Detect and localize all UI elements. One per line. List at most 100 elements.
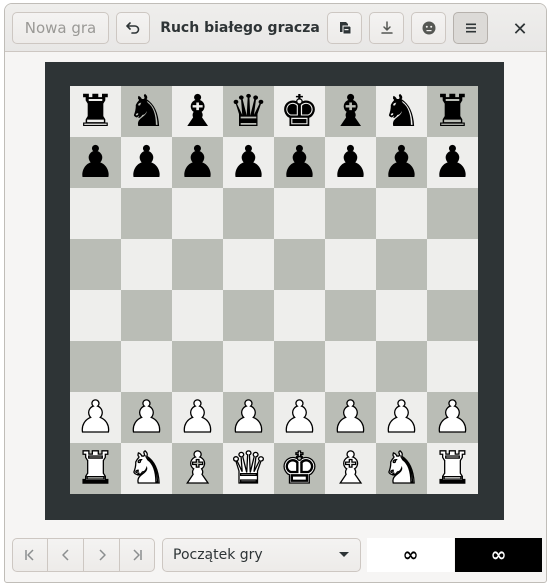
black-bishop-piece[interactable]: ♝ <box>178 89 217 134</box>
square-c6[interactable] <box>172 188 223 239</box>
square-f4[interactable] <box>325 290 376 341</box>
square-g6[interactable] <box>376 188 427 239</box>
square-c4[interactable] <box>172 290 223 341</box>
black-pawn-piece[interactable]: ♟ <box>433 140 472 185</box>
square-h7[interactable]: ♟ <box>427 137 478 188</box>
black-knight-piece[interactable]: ♞ <box>127 89 166 134</box>
square-b3[interactable] <box>121 341 172 392</box>
square-d6[interactable] <box>223 188 274 239</box>
white-pawn-piece[interactable]: ♟ <box>330 394 371 439</box>
white-knight-piece[interactable]: ♞ <box>381 445 422 490</box>
square-g1[interactable]: ♞ <box>376 443 427 494</box>
square-e4[interactable] <box>274 290 325 341</box>
black-pawn-piece[interactable]: ♟ <box>280 140 319 185</box>
square-f2[interactable]: ♟ <box>325 392 376 443</box>
last-move-button[interactable] <box>119 538 155 572</box>
black-pawn-piece[interactable]: ♟ <box>229 140 268 185</box>
black-knight-piece[interactable]: ♞ <box>382 89 421 134</box>
white-rook-piece[interactable]: ♜ <box>432 445 473 490</box>
square-g5[interactable] <box>376 239 427 290</box>
square-b8[interactable]: ♞ <box>121 86 172 137</box>
square-a2[interactable]: ♟ <box>70 392 121 443</box>
square-f1[interactable]: ♝ <box>325 443 376 494</box>
close-button[interactable]: ✕ <box>509 18 531 40</box>
square-c3[interactable] <box>172 341 223 392</box>
white-pawn-piece[interactable]: ♟ <box>75 394 116 439</box>
white-knight-piece[interactable]: ♞ <box>126 445 167 490</box>
square-d4[interactable] <box>223 290 274 341</box>
square-e1[interactable]: ♚ <box>274 443 325 494</box>
move-history-dropdown[interactable]: Początek gry <box>162 538 361 572</box>
square-h3[interactable] <box>427 341 478 392</box>
square-e7[interactable]: ♟ <box>274 137 325 188</box>
resign-button[interactable] <box>411 12 446 44</box>
square-h5[interactable] <box>427 239 478 290</box>
new-game-button[interactable]: Nowa gra <box>12 12 109 44</box>
white-bishop-piece[interactable]: ♝ <box>330 445 371 490</box>
square-a3[interactable] <box>70 341 121 392</box>
square-c8[interactable]: ♝ <box>172 86 223 137</box>
white-bishop-piece[interactable]: ♝ <box>177 445 218 490</box>
undo-button[interactable] <box>116 12 150 44</box>
square-c1[interactable]: ♝ <box>172 443 223 494</box>
square-b6[interactable] <box>121 188 172 239</box>
white-pawn-piece[interactable]: ♟ <box>228 394 269 439</box>
square-g4[interactable] <box>376 290 427 341</box>
white-rook-piece[interactable]: ♜ <box>75 445 116 490</box>
square-b2[interactable]: ♟ <box>121 392 172 443</box>
square-f5[interactable] <box>325 239 376 290</box>
white-pawn-piece[interactable]: ♟ <box>381 394 422 439</box>
black-rook-piece[interactable]: ♜ <box>76 89 115 134</box>
main-menu-button[interactable] <box>453 12 488 44</box>
square-a7[interactable]: ♟ <box>70 137 121 188</box>
black-pawn-piece[interactable]: ♟ <box>331 140 370 185</box>
square-h4[interactable] <box>427 290 478 341</box>
black-pawn-piece[interactable]: ♟ <box>127 140 166 185</box>
previous-move-button[interactable] <box>47 538 84 572</box>
white-pawn-piece[interactable]: ♟ <box>279 394 320 439</box>
square-h1[interactable]: ♜ <box>427 443 478 494</box>
square-e3[interactable] <box>274 341 325 392</box>
square-d2[interactable]: ♟ <box>223 392 274 443</box>
next-move-button[interactable] <box>83 538 120 572</box>
square-a4[interactable] <box>70 290 121 341</box>
square-b7[interactable]: ♟ <box>121 137 172 188</box>
square-f3[interactable] <box>325 341 376 392</box>
square-e6[interactable] <box>274 188 325 239</box>
square-b1[interactable]: ♞ <box>121 443 172 494</box>
white-pawn-piece[interactable]: ♟ <box>177 394 218 439</box>
open-game-button[interactable] <box>327 12 362 44</box>
white-pawn-piece[interactable]: ♟ <box>126 394 167 439</box>
square-c7[interactable]: ♟ <box>172 137 223 188</box>
square-b5[interactable] <box>121 239 172 290</box>
square-d7[interactable]: ♟ <box>223 137 274 188</box>
square-g8[interactable]: ♞ <box>376 86 427 137</box>
black-queen-piece[interactable]: ♛ <box>229 89 268 134</box>
black-king-piece[interactable]: ♚ <box>280 89 319 134</box>
square-g7[interactable]: ♟ <box>376 137 427 188</box>
square-c2[interactable]: ♟ <box>172 392 223 443</box>
black-pawn-piece[interactable]: ♟ <box>178 140 217 185</box>
square-e2[interactable]: ♟ <box>274 392 325 443</box>
square-e8[interactable]: ♚ <box>274 86 325 137</box>
black-bishop-piece[interactable]: ♝ <box>331 89 370 134</box>
square-a5[interactable] <box>70 239 121 290</box>
save-game-button[interactable] <box>369 12 404 44</box>
square-a1[interactable]: ♜ <box>70 443 121 494</box>
square-h2[interactable]: ♟ <box>427 392 478 443</box>
square-c5[interactable] <box>172 239 223 290</box>
square-d8[interactable]: ♛ <box>223 86 274 137</box>
square-h8[interactable]: ♜ <box>427 86 478 137</box>
black-pawn-piece[interactable]: ♟ <box>382 140 421 185</box>
square-b4[interactable] <box>121 290 172 341</box>
white-queen-piece[interactable]: ♛ <box>228 445 269 490</box>
square-a8[interactable]: ♜ <box>70 86 121 137</box>
square-g2[interactable]: ♟ <box>376 392 427 443</box>
square-d5[interactable] <box>223 239 274 290</box>
chessboard[interactable]: ♜ ♞ ♝ ♛ ♚ ♝ ♞ ♜ ♟ ♟ ♟ ♟ ♟ ♟ ♟ ♟ ♟ ♟ ♟ ♟ ♟ ♟ ♟ ♟ ♜ ♞ ♝ ♛ ♚ ♝ ♞ ♜ <box>70 86 478 494</box>
black-rook-piece[interactable]: ♜ <box>433 89 472 134</box>
square-d1[interactable]: ♛ <box>223 443 274 494</box>
first-move-button[interactable] <box>12 538 48 572</box>
square-f7[interactable]: ♟ <box>325 137 376 188</box>
square-a6[interactable] <box>70 188 121 239</box>
